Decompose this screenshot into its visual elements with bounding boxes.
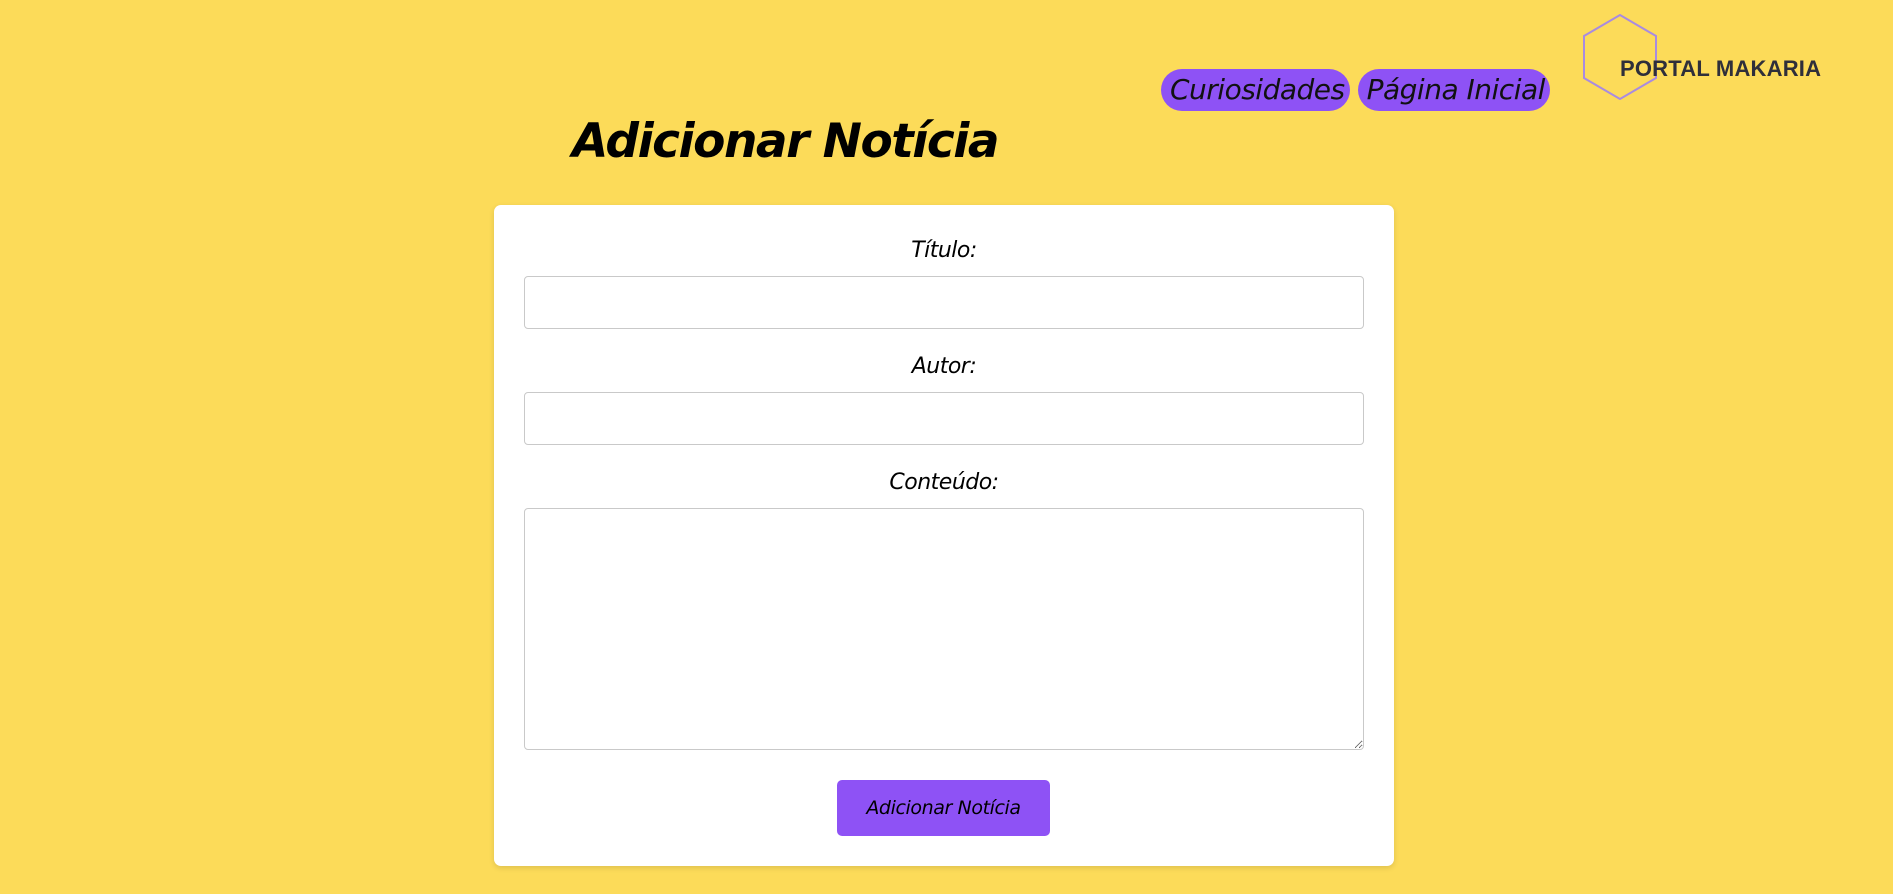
conteudo-textarea[interactable] [524,508,1364,750]
add-news-button[interactable]: Adicionar Notícia [837,780,1050,836]
logo-text: PORTAL MAKARIA [1620,56,1822,81]
site-logo[interactable]: PORTAL MAKARIA [1582,14,1842,100]
titulo-label: Título: [911,238,977,263]
page-title: Adicionar Notícia [572,114,1000,169]
titulo-input[interactable] [524,276,1364,329]
nav-link-pagina-inicial[interactable]: Página Inicial [1357,69,1550,111]
top-nav: Curiosidades Página Inicial [1161,69,1550,111]
conteudo-label: Conteúdo: [889,470,999,495]
add-news-form: Título: Autor: Conteúdo: Adicionar Notíc… [494,205,1394,866]
autor-input[interactable] [524,392,1364,445]
nav-link-curiosidades[interactable]: Curiosidades [1161,69,1350,111]
autor-label: Autor: [911,354,977,379]
